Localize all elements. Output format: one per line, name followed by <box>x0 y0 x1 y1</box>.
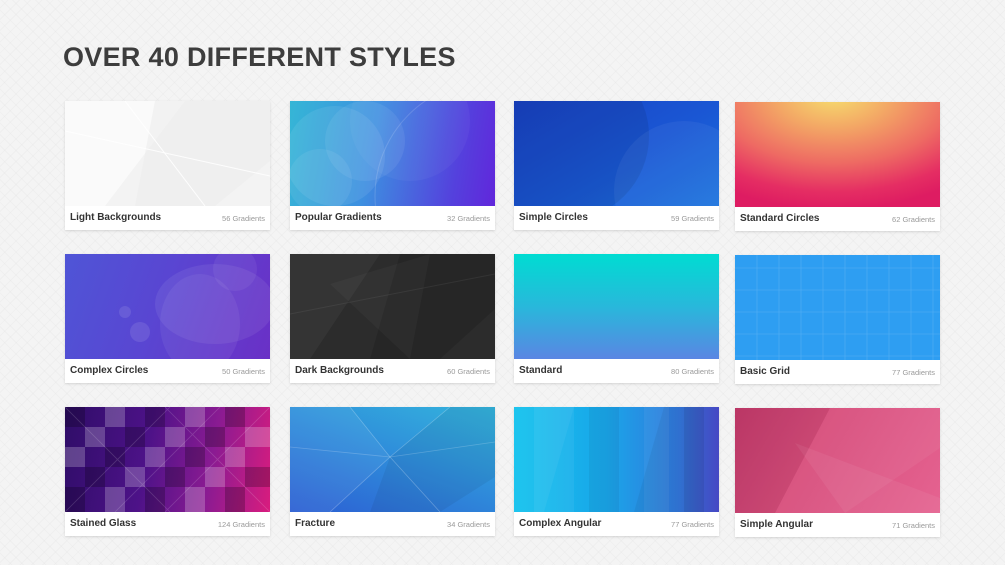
card-title: Simple Circles <box>519 212 588 223</box>
style-card-stained-glass[interactable]: Stained Glass 124 Gradients <box>65 407 270 536</box>
card-gradient-count: 32 Gradients <box>447 214 490 223</box>
thumbnail-stained-glass <box>65 407 270 512</box>
page-title: OVER 40 DIFFERENT STYLES <box>63 42 456 72</box>
card-gradient-count: 71 Gradients <box>892 521 935 530</box>
thumbnail-standard <box>514 254 719 359</box>
style-card-standard[interactable]: Standard 80 Gradients <box>514 254 719 383</box>
card-gradient-count: 124 Gradients <box>217 520 265 529</box>
style-card-light-backgrounds[interactable]: Light Backgrounds 56 Gradients <box>65 101 270 230</box>
card-gradient-count: 77 Gradients <box>671 520 714 529</box>
style-card-simple-angular[interactable]: Simple Angular 71 Gradients <box>735 408 940 537</box>
card-gradient-count: 60 Gradients <box>447 367 490 376</box>
card-title: Dark Backgrounds <box>295 365 384 376</box>
card-gradient-count: 80 Gradients <box>671 367 714 376</box>
style-card-complex-angular[interactable]: Complex Angular 77 Gradients <box>514 407 719 536</box>
style-card-basic-grid[interactable]: Basic Grid 77 Gradients <box>735 255 940 384</box>
style-card-dark-backgrounds[interactable]: Dark Backgrounds 60 Gradients <box>290 254 495 383</box>
card-title: Standard <box>519 365 563 376</box>
card-title: Simple Angular <box>740 519 813 530</box>
card-title: Popular Gradients <box>295 212 382 223</box>
thumbnail-simple-circles <box>514 101 719 206</box>
thumbnail-basic-grid <box>735 255 940 360</box>
card-title: Light Backgrounds <box>70 212 162 223</box>
card-gradient-count: 50 Gradients <box>222 367 265 376</box>
card-gradient-count: 34 Gradients <box>447 520 490 529</box>
style-card-popular-gradients[interactable]: Popular Gradients 32 Gradients <box>290 101 495 230</box>
style-card-standard-circles[interactable]: Standard Circles 62 Gradients <box>735 102 940 231</box>
card-title: Stained Glass <box>70 518 137 529</box>
thumbnail-fracture <box>290 407 495 512</box>
style-card-complex-circles[interactable]: Complex Circles 50 Gradients <box>65 254 270 383</box>
card-gradient-count: 56 Gradients <box>222 214 265 223</box>
card-gradient-count: 59 Gradients <box>671 214 714 223</box>
style-card-fracture[interactable]: Fracture 34 Gradients <box>290 407 495 536</box>
thumbnail-complex-circles <box>65 254 270 359</box>
style-card-simple-circles[interactable]: Simple Circles 59 Gradients <box>514 101 719 230</box>
thumbnail-dark-backgrounds <box>290 254 495 359</box>
thumbnail-complex-angular <box>514 407 719 512</box>
thumbnail-standard-circles <box>735 102 940 207</box>
card-title: Standard Circles <box>740 213 820 224</box>
card-title: Basic Grid <box>740 366 791 377</box>
thumbnail-light-backgrounds <box>65 101 270 206</box>
card-title: Fracture <box>295 518 336 529</box>
thumbnail-simple-angular <box>735 408 940 513</box>
card-title: Complex Angular <box>519 518 602 529</box>
thumbnail-popular-gradients <box>290 101 495 206</box>
card-title: Complex Circles <box>70 365 149 376</box>
card-gradient-count: 62 Gradients <box>892 215 935 224</box>
card-gradient-count: 77 Gradients <box>892 368 935 377</box>
